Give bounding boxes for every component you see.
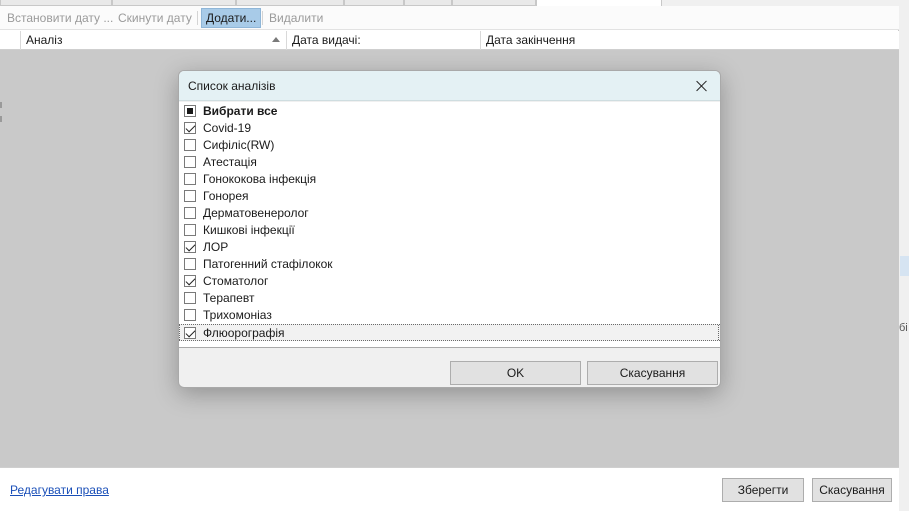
grid-header: Аналіз Дата видачі: Дата закінчення: [0, 31, 899, 50]
dialog-cancel-button[interactable]: Скасування: [587, 361, 718, 385]
list-item-label: Вибрати все: [203, 104, 278, 118]
list-item-label: Сифіліс(RW): [203, 138, 275, 152]
list-item-label: Терапевт: [203, 291, 255, 305]
set-date-button[interactable]: Встановити дату ...: [3, 8, 117, 28]
list-item[interactable]: Сифіліс(RW): [179, 137, 720, 154]
sort-ascending-icon: [272, 37, 280, 42]
checkbox[interactable]: [184, 241, 196, 253]
list-item[interactable]: Трихомоніаз: [179, 307, 720, 324]
column-header-issue-date[interactable]: Дата видачі:: [287, 31, 481, 50]
list-item[interactable]: Атестація: [179, 154, 720, 171]
footer: Редагувати права Зберегти Скасування: [0, 467, 899, 511]
checkbox[interactable]: [184, 258, 196, 270]
list-item-label: Кишкові інфекції: [203, 223, 295, 237]
checkbox[interactable]: [184, 122, 196, 134]
list-item[interactable]: Патогенний стафілокок: [179, 256, 720, 273]
close-icon[interactable]: [692, 76, 712, 96]
save-button[interactable]: Зберегти: [722, 478, 804, 502]
list-item[interactable]: Дерматовенеролог: [179, 205, 720, 222]
checkbox[interactable]: [184, 139, 196, 151]
list-item-label: ЛОР: [203, 240, 229, 254]
list-item[interactable]: Флюорографія: [179, 324, 720, 341]
list-item[interactable]: Терапевт: [179, 290, 720, 307]
checkbox[interactable]: [184, 105, 196, 117]
analysis-checklist: Вибрати все Covid-19 Сифіліс(RW) Атестація Г…: [179, 102, 720, 348]
toolbar-separator: [262, 11, 263, 25]
add-button[interactable]: Додати...: [201, 8, 262, 28]
checkbox[interactable]: [184, 224, 196, 236]
list-item-label: Covid-19: [203, 121, 252, 135]
checkbox[interactable]: [184, 173, 196, 185]
row-marker: [0, 102, 2, 108]
delete-button[interactable]: Видалити: [265, 8, 327, 28]
ok-button[interactable]: OK: [450, 361, 581, 385]
analysis-list-dialog: Список аналізів Вибрати все Covid-19 Сифіл…: [178, 70, 721, 388]
cancel-button[interactable]: Скасування: [812, 478, 892, 502]
dialog-title: Список аналізів: [188, 79, 276, 93]
reset-date-button[interactable]: Скинути дату: [114, 8, 196, 28]
checkbox[interactable]: [184, 156, 196, 168]
list-item-label: Стоматолог: [203, 274, 269, 288]
checkbox[interactable]: [184, 275, 196, 287]
toolbar-separator: [197, 11, 198, 25]
column-header-label: Аналіз: [26, 33, 63, 47]
list-item-label: Патогенний стафілокок: [203, 257, 333, 271]
list-item[interactable]: Гонорея: [179, 188, 720, 205]
edit-rights-link[interactable]: Редагувати права: [10, 483, 109, 497]
background-text-fragment: бі: [899, 322, 908, 334]
list-item-label: Флюорографія: [203, 326, 285, 340]
checkbox[interactable]: [184, 207, 196, 219]
list-item[interactable]: Кишкові інфекції: [179, 222, 720, 239]
list-item[interactable]: ЛОР: [179, 239, 720, 256]
checkbox[interactable]: [184, 292, 196, 304]
column-header-analysis[interactable]: Аналіз: [21, 31, 287, 50]
toolbar: Встановити дату ... Скинути дату Додати.…: [0, 6, 899, 30]
checkbox[interactable]: [184, 309, 196, 321]
list-item[interactable]: Гонококова інфекція: [179, 171, 720, 188]
column-header-expiry-date[interactable]: Дата закінчення: [481, 31, 899, 50]
checkbox[interactable]: [184, 190, 196, 202]
dialog-titlebar: Список аналізів: [179, 71, 720, 101]
row-marker: [0, 116, 2, 122]
list-item-label: Гонококова інфекція: [203, 172, 317, 186]
list-item[interactable]: Стоматолог: [179, 273, 720, 290]
background-selected-row: [900, 256, 909, 276]
list-item[interactable]: Covid-19: [179, 120, 720, 137]
checkbox[interactable]: [184, 327, 196, 339]
list-item-label: Трихомоніаз: [203, 308, 272, 322]
list-item-label: Дерматовенеролог: [203, 206, 309, 220]
select-all-item[interactable]: Вибрати все: [179, 103, 720, 120]
list-item-label: Гонорея: [203, 189, 249, 203]
list-item-label: Атестація: [203, 155, 257, 169]
grid-row-indicator-header: [0, 31, 21, 50]
